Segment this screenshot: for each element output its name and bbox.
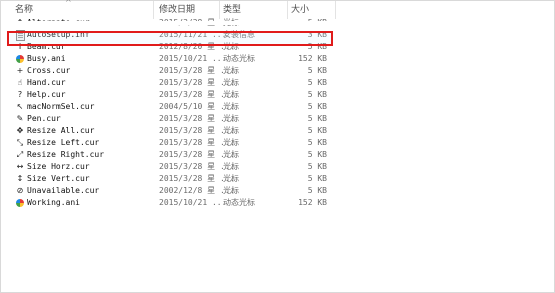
resize-all-icon: ✥ — [16, 126, 24, 135]
sort-ascending-icon: ^ — [65, 0, 72, 7]
arrow-cursor-icon: ↖ — [16, 102, 24, 111]
file-name: Busy.ani — [27, 54, 66, 63]
file-date: 2015/10/21 ... — [159, 198, 227, 207]
file-type: 光标 — [223, 174, 239, 183]
file-row[interactable]: ↕ Size Vert.cur 2015/3/28 星 ... 光标 5 KB — [1, 173, 336, 185]
file-row[interactable]: ↔ Size Horz.cur 2015/3/28 星 ... 光标 5 KB — [1, 161, 336, 173]
file-size: 5 KB — [307, 150, 327, 159]
file-row[interactable]: Working.ani 2015/10/21 ... 动态光标 152 KB — [1, 197, 336, 209]
file-size: 5 KB — [307, 114, 327, 123]
file-row[interactable]: ⤡ Resize Left.cur 2015/3/28 星 ... 光标 5 KB — [1, 137, 336, 149]
file-size: 5 KB — [307, 174, 327, 183]
file-size: 152 KB — [298, 198, 327, 207]
file-size: 5 KB — [307, 126, 327, 135]
file-row[interactable]: ↖ macNormSel.cur 2004/5/10 星 ... 光标 5 KB — [1, 101, 336, 113]
file-size: 5 KB — [307, 186, 327, 195]
file-name: Working.ani — [27, 198, 80, 207]
column-header-name-label: 名称 — [15, 5, 34, 15]
resize-left-icon: ⤡ — [16, 138, 24, 147]
file-row[interactable]: ☝ Hand.cur 2015/3/28 星 ... 光标 5 KB — [1, 77, 336, 89]
file-row[interactable]: ⤢ Resize Right.cur 2015/3/28 星 ... 光标 5 KB — [1, 149, 336, 161]
file-size: 5 KB — [307, 162, 327, 171]
file-type: 动态光标 — [223, 198, 255, 207]
working-ani-icon — [16, 199, 24, 207]
file-size: 5 KB — [307, 78, 327, 87]
column-header-type-label: 类型 — [223, 5, 242, 15]
file-size: 5 KB — [307, 90, 327, 99]
file-row[interactable]: ✎ Pen.cur 2015/3/28 星 ... 光标 5 KB — [1, 113, 336, 125]
busy-ani-icon — [16, 55, 24, 63]
hand-cursor-icon: ☝ — [17, 78, 23, 87]
file-row[interactable]: Busy.ani 2015/10/21 ... 动态光标 152 KB — [1, 53, 336, 65]
file-type: 动态光标 — [223, 54, 255, 63]
file-type: 光标 — [223, 186, 239, 195]
column-header-date[interactable]: 修改日期 — [159, 3, 195, 17]
file-name: Unavailable.cur — [27, 186, 100, 195]
selected-row-highlight — [7, 31, 333, 46]
file-type: 光标 — [223, 90, 239, 99]
file-row[interactable]: ✥ Resize All.cur 2015/3/28 星 ... 光标 5 KB — [1, 125, 336, 137]
file-size: 5 KB — [307, 138, 327, 147]
file-list-pane: 名称 ^ 修改日期 类型 大小 ↑Alternate.cur2015/3/28 … — [0, 0, 555, 293]
file-type: 光标 — [223, 162, 239, 171]
file-type: 光标 — [223, 78, 239, 87]
file-type: 光标 — [223, 102, 239, 111]
help-cursor-icon: ? — [17, 90, 23, 99]
file-name: Resize Left.cur — [27, 138, 100, 147]
file-type: 光标 — [223, 114, 239, 123]
file-row[interactable]: + Cross.cur 2015/3/28 星 ... 光标 5 KB — [1, 65, 336, 77]
file-name: Size Vert.cur — [27, 174, 90, 183]
column-header-type[interactable]: 类型 — [223, 3, 241, 17]
file-size: 5 KB — [307, 66, 327, 75]
file-type: 光标 — [223, 138, 239, 147]
column-header-date-label: 修改日期 — [159, 5, 196, 15]
pen-cursor-icon: ✎ — [16, 114, 24, 123]
file-size: 152 KB — [298, 54, 327, 63]
resize-right-icon: ⤢ — [16, 150, 24, 159]
column-header-size-label: 大小 — [291, 5, 310, 15]
file-type: 光标 — [223, 126, 239, 135]
unavailable-icon: ⊘ — [16, 186, 24, 195]
file-type: 光标 — [223, 150, 239, 159]
file-date: 2015/10/21 ... — [159, 54, 227, 63]
file-name: Hand.cur — [27, 78, 66, 87]
size-vert-icon: ↕ — [16, 174, 24, 183]
file-row[interactable]: ? Help.cur 2015/3/28 星 ... 光标 5 KB — [1, 89, 336, 101]
column-header-size[interactable]: 大小 — [291, 3, 309, 17]
file-type: 光标 — [223, 66, 239, 75]
file-name: Resize Right.cur — [27, 150, 105, 159]
file-name: Pen.cur — [27, 114, 61, 123]
size-horz-icon: ↔ — [16, 162, 24, 171]
scroll-clip — [1, 21, 554, 25]
column-header-name[interactable]: 名称 — [15, 3, 33, 17]
file-name: Cross.cur — [27, 66, 71, 75]
cross-cursor-icon: + — [16, 66, 24, 75]
file-name: Size Horz.cur — [27, 162, 90, 171]
file-size: 5 KB — [307, 102, 327, 111]
file-row[interactable]: ⊘ Unavailable.cur 2002/12/8 星 ... 光标 5 KB — [1, 185, 336, 197]
file-name: Resize All.cur — [27, 126, 95, 135]
file-name: Help.cur — [27, 90, 66, 99]
file-name: macNormSel.cur — [27, 102, 95, 111]
